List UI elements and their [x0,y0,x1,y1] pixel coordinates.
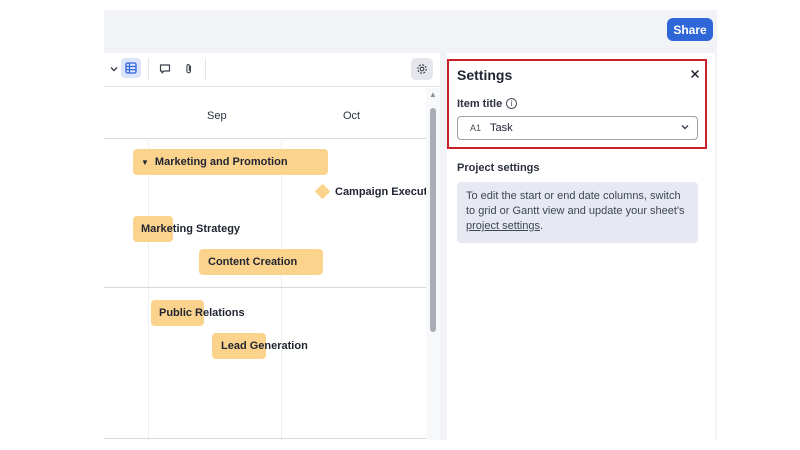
info-icon[interactable]: i [506,98,517,109]
chevron-down-icon [680,122,690,135]
info-text: To edit the start or end date columns, s… [466,190,685,217]
gear-icon[interactable] [411,58,433,80]
item-title-label: Item title [457,98,503,110]
milestone-diamond-icon[interactable] [314,183,331,200]
vertical-scrollbar[interactable]: ▲ [426,88,440,440]
month-label-oct: Oct [343,110,361,122]
paperclip-icon[interactable] [179,59,199,79]
task-label: Content Creation [208,256,298,268]
app-window: Share Sep Oct ▼ Marketing and Promotion … [104,10,717,440]
scroll-up-arrow-icon[interactable]: ▲ [429,90,437,99]
settings-title: Settings [457,67,513,83]
task-label: Campaign Executi [335,186,431,198]
settings-panel: Settings Item title i A1 Task Project se… [447,53,715,440]
comment-icon[interactable] [155,59,175,79]
group-divider [104,287,426,288]
project-settings-info: To edit the start or end date columns, s… [457,182,698,243]
task-label: Public Relations [159,307,245,319]
gridline [281,138,282,440]
project-settings-link[interactable]: project settings [466,220,540,232]
collapse-caret-icon[interactable]: ▼ [141,158,149,167]
gridline [148,138,149,440]
close-icon[interactable] [687,66,703,82]
task-label: Marketing Strategy [141,223,241,235]
share-button[interactable]: Share [667,18,713,41]
item-title-select[interactable]: A1 Task [457,116,698,140]
text-column-type-icon: A1 [470,123,482,133]
grid-view-icon[interactable] [121,58,141,78]
gantt-pane: Sep Oct ▼ Marketing and Promotion Campaig… [104,53,440,440]
timeline-header-divider [104,138,426,139]
month-label-sep: Sep [207,110,227,122]
toolbar-divider [148,58,149,80]
scrollbar-thumb[interactable] [430,108,436,332]
project-settings-heading: Project settings [457,162,540,174]
item-title-value: Task [490,122,513,134]
task-label: ▼ Marketing and Promotion [141,156,288,168]
gantt-timeline: Sep Oct ▼ Marketing and Promotion Campaig… [104,88,430,440]
timeline-bottom-line [104,438,426,439]
toolbar-divider [205,58,206,80]
gantt-toolbar [104,53,440,87]
info-text-end: . [539,220,544,232]
task-label: Lead Generation [221,340,308,352]
